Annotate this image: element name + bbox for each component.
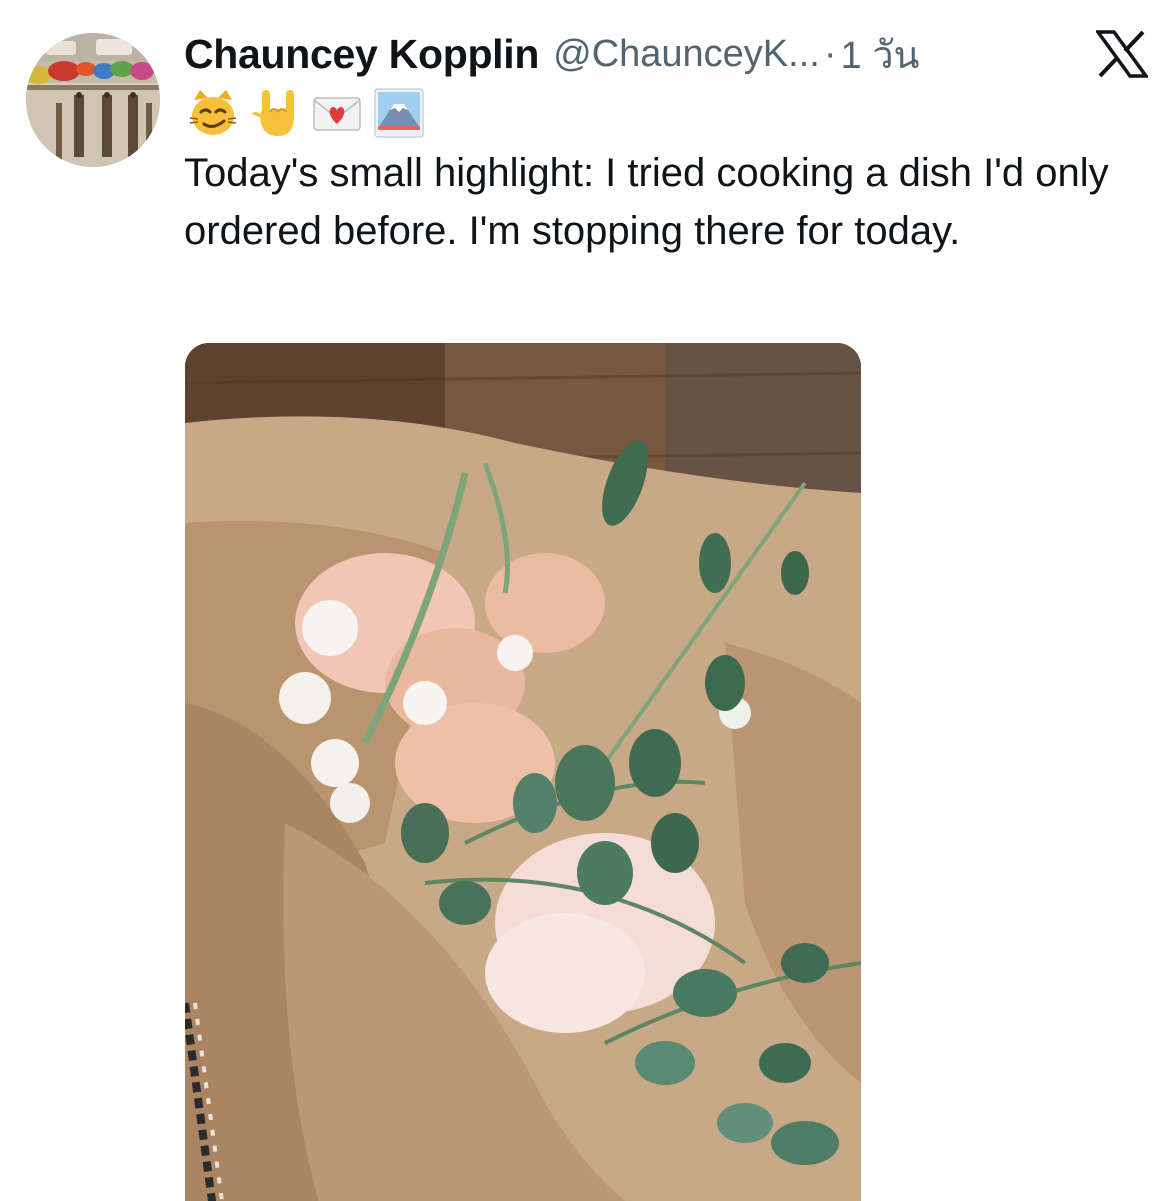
bio-emoji-row <box>186 86 426 140</box>
smirking-cat-icon <box>186 86 240 140</box>
flower-bouquet-photo-icon <box>185 343 861 1201</box>
mount-fuji-icon <box>372 86 426 140</box>
display-name[interactable]: Chauncey Kopplin <box>184 31 539 78</box>
timestamp[interactable]: 1 วัน <box>841 24 920 85</box>
tweet-card[interactable]: Chauncey Kopplin @ChaunceyK... · 1 วัน T… <box>0 0 1175 1201</box>
tweet-media-photo[interactable] <box>185 343 861 1201</box>
avatar[interactable] <box>26 33 160 167</box>
avatar-photo-icon <box>26 33 160 167</box>
tweet-text: Today's small highlight: I tried cooking… <box>184 151 1109 253</box>
x-logo-icon[interactable] <box>1096 30 1148 78</box>
love-you-gesture-icon <box>248 86 302 140</box>
tweet-header: Chauncey Kopplin @ChaunceyK... · 1 วัน <box>184 26 920 82</box>
separator-dot: · <box>823 32 837 75</box>
user-handle[interactable]: @ChaunceyK... <box>553 33 820 76</box>
love-letter-icon <box>310 86 364 140</box>
